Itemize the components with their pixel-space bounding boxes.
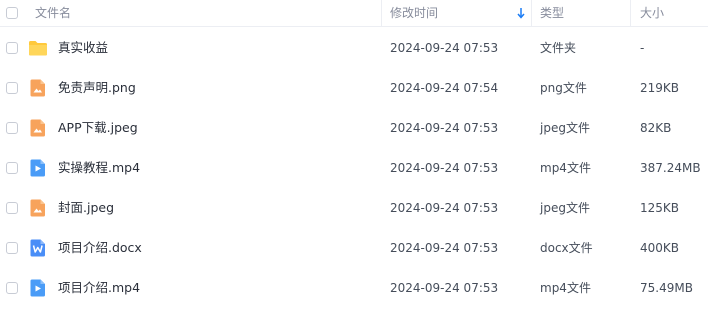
file-modified-time: 2024-09-24 07:53 [390,201,499,215]
file-list-header: 文件名 修改时间 类型 大小 [0,0,708,27]
video-file-icon [30,159,45,177]
file-size: 82KB [640,121,672,135]
image-file-icon [30,119,45,137]
file-type: docx文件 [540,241,593,255]
row-checkbox[interactable] [6,42,18,54]
file-row[interactable]: 免责声明.png 2024-09-24 07:54 png文件 219KB [0,68,708,108]
file-size: 387.24MB [640,161,701,175]
file-modified-time: 2024-09-24 07:53 [390,241,499,255]
file-modified-time: 2024-09-24 07:54 [390,81,499,95]
file-size: 75.49MB [640,281,693,295]
column-header-time[interactable]: 修改时间 [390,0,438,26]
row-checkbox[interactable] [6,202,18,214]
file-row[interactable]: 封面.jpeg 2024-09-24 07:53 jpeg文件 125KB [0,188,708,228]
file-row[interactable]: 实操教程.mp4 2024-09-24 07:53 mp4文件 387.24MB [0,148,708,188]
file-name[interactable]: 实操教程.mp4 [58,160,140,176]
row-checkbox[interactable] [6,162,18,174]
word-file-icon [30,239,45,257]
file-name[interactable]: 封面.jpeg [58,200,114,216]
file-name[interactable]: APP下载.jpeg [58,120,138,136]
file-type: mp4文件 [540,161,591,175]
row-checkbox[interactable] [6,122,18,134]
file-row[interactable]: 真实收益 2024-09-24 07:53 文件夹 - [0,28,708,68]
file-type: png文件 [540,81,587,95]
select-all-checkbox[interactable] [6,7,18,19]
folder-icon [29,41,47,56]
column-divider[interactable] [381,0,382,26]
file-name[interactable]: 项目介绍.docx [58,240,142,256]
file-name[interactable]: 项目介绍.mp4 [58,280,140,296]
row-checkbox[interactable] [6,82,18,94]
file-type: jpeg文件 [540,201,590,215]
file-modified-time: 2024-09-24 07:53 [390,281,499,295]
sort-descending-icon[interactable] [516,7,526,19]
column-divider[interactable] [531,0,532,26]
row-checkbox[interactable] [6,282,18,294]
file-type: mp4文件 [540,281,591,295]
file-size: 219KB [640,81,680,95]
column-header-type[interactable]: 类型 [540,0,564,26]
row-checkbox[interactable] [6,242,18,254]
file-row[interactable]: 项目介绍.docx 2024-09-24 07:53 docx文件 400KB [0,228,708,268]
file-name[interactable]: 真实收益 [58,40,108,56]
file-modified-time: 2024-09-24 07:53 [390,161,499,175]
image-file-icon [30,199,45,217]
file-size: 125KB [640,201,680,215]
file-type: jpeg文件 [540,121,590,135]
file-modified-time: 2024-09-24 07:53 [390,41,499,55]
file-list: 文件名 修改时间 类型 大小 真实收益 2024-09-24 07:53 文件夹… [0,0,708,312]
file-name[interactable]: 免责声明.png [58,80,136,96]
column-header-size[interactable]: 大小 [640,0,664,26]
file-row[interactable]: 项目介绍.mp4 2024-09-24 07:53 mp4文件 75.49MB [0,268,708,308]
file-modified-time: 2024-09-24 07:53 [390,121,499,135]
file-size: - [640,41,645,55]
video-file-icon [30,279,45,297]
file-size: 400KB [640,241,680,255]
file-row[interactable]: APP下载.jpeg 2024-09-24 07:53 jpeg文件 82KB [0,108,708,148]
file-type: 文件夹 [540,41,577,55]
image-file-icon [30,79,45,97]
column-header-name[interactable]: 文件名 [35,0,71,26]
column-divider[interactable] [630,0,631,26]
